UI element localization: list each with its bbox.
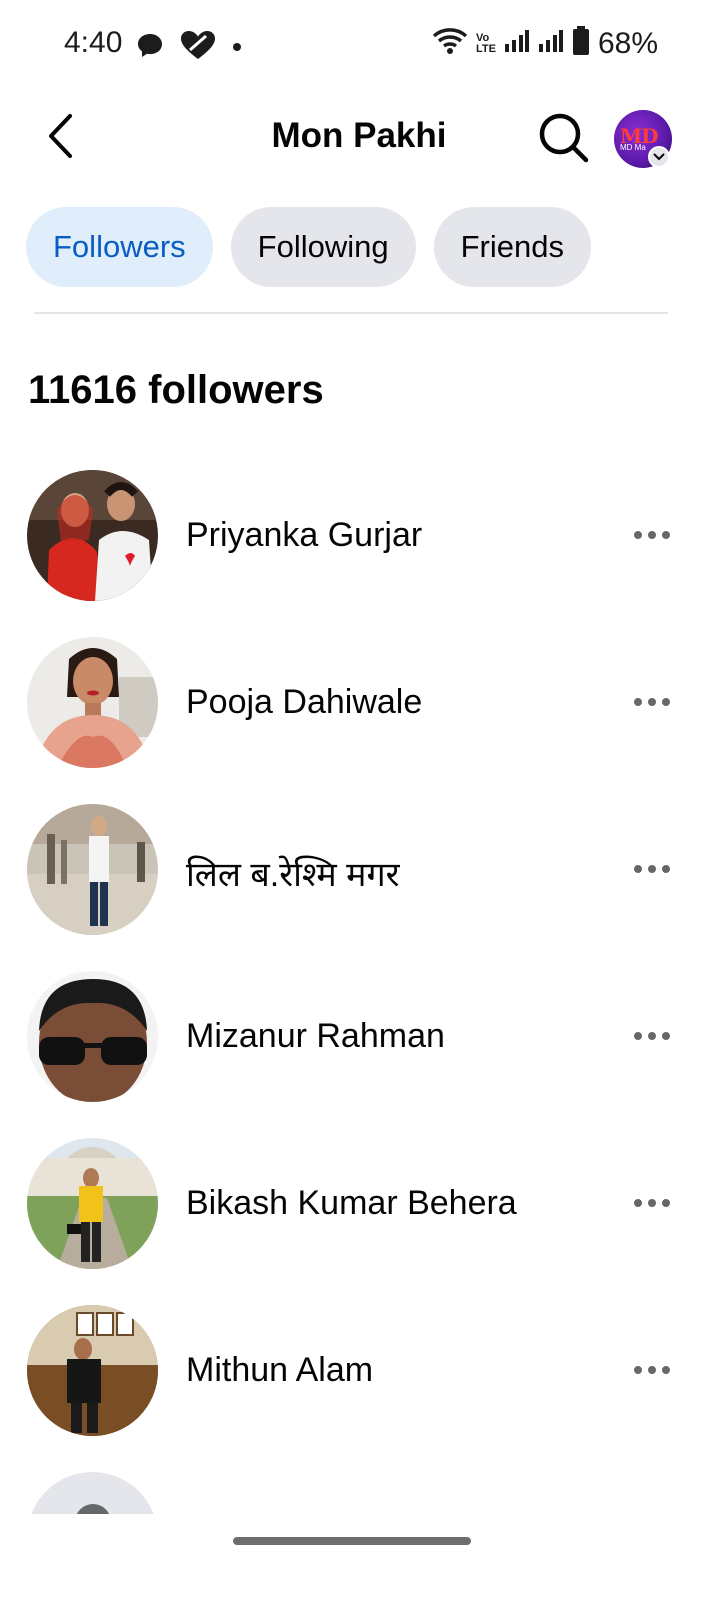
follower-name[interactable]: Bikash Kumar Behera bbox=[186, 1184, 517, 1223]
followers-count: 11616 followers bbox=[28, 368, 324, 412]
header: Mon Pakhi MD MD Ma bbox=[0, 96, 718, 180]
system-navigation-bar bbox=[0, 1514, 718, 1600]
status-bar: 4:40 Vo LTE 68% bbox=[0, 0, 718, 88]
follower-name[interactable]: Priyanka Gurjar bbox=[186, 516, 422, 555]
more-dot bbox=[648, 531, 656, 539]
more-options-icon bbox=[634, 1199, 642, 1207]
signal-strength-icon bbox=[504, 30, 530, 57]
heart-app-icon bbox=[180, 30, 216, 65]
follower-name[interactable]: लिल ब.रेश्मि मगर bbox=[186, 850, 400, 896]
tab-followers[interactable]: Followers bbox=[26, 207, 213, 287]
status-time: 4:40 bbox=[64, 26, 123, 59]
list-item[interactable]: Pooja Dahiwale bbox=[0, 635, 718, 802]
follower-name[interactable]: Mizanur Rahman bbox=[186, 1017, 445, 1056]
tab-friends[interactable]: Friends bbox=[433, 207, 591, 287]
more-notifications-dot-icon bbox=[232, 39, 242, 57]
tab-following[interactable]: Following bbox=[230, 207, 416, 287]
list-item[interactable]: Mithun Alam bbox=[0, 1303, 718, 1470]
more-options-button[interactable] bbox=[622, 1353, 682, 1387]
avatar-logo-subtext: MD Ma bbox=[620, 143, 646, 152]
more-options-button[interactable] bbox=[622, 1186, 682, 1220]
more-options-icon bbox=[634, 1032, 642, 1040]
notification-icons bbox=[136, 30, 242, 65]
more-options-button[interactable] bbox=[622, 685, 682, 719]
more-dot bbox=[648, 1366, 656, 1374]
system-status-icons: Vo LTE 68% bbox=[432, 26, 658, 61]
more-dot bbox=[662, 1366, 670, 1374]
page-title: Mon Pakhi bbox=[271, 116, 447, 155]
signal-strength-2-icon bbox=[538, 30, 564, 57]
tab-bar: Followers Following Friends bbox=[26, 207, 591, 287]
chat-bubble-icon bbox=[136, 32, 164, 63]
more-options-icon bbox=[634, 1366, 642, 1374]
more-dot bbox=[662, 1199, 670, 1207]
list-item[interactable]: Mizanur Rahman bbox=[0, 969, 718, 1136]
list-item[interactable]: Priyanka Gurjar bbox=[0, 468, 718, 635]
more-options-icon bbox=[634, 531, 642, 539]
more-dot bbox=[662, 865, 670, 873]
more-dot bbox=[662, 698, 670, 706]
more-dot bbox=[648, 698, 656, 706]
more-dot bbox=[648, 1032, 656, 1040]
home-indicator[interactable] bbox=[233, 1537, 471, 1545]
search-icon bbox=[539, 113, 589, 163]
followers-list: Priyanka Gurjar Pooja Dahiwale लिल ब.रेश… bbox=[0, 468, 718, 1470]
more-options-icon bbox=[634, 865, 642, 873]
volte-top-label: Vo bbox=[475, 31, 490, 44]
more-dot bbox=[648, 1199, 656, 1207]
avatar[interactable] bbox=[27, 1138, 158, 1269]
avatar[interactable] bbox=[27, 1305, 158, 1436]
volte-icon: Vo LTE bbox=[475, 31, 496, 55]
battery-percentage: 68% bbox=[597, 26, 658, 60]
follower-name[interactable]: Mithun Alam bbox=[186, 1351, 373, 1390]
avatar[interactable] bbox=[27, 804, 158, 935]
avatar-placeholder[interactable] bbox=[27, 1472, 158, 1514]
avatar[interactable] bbox=[27, 470, 158, 601]
more-dot bbox=[662, 531, 670, 539]
more-dot bbox=[662, 1032, 670, 1040]
list-item[interactable]: लिल ब.रेश्मि मगर bbox=[0, 802, 718, 969]
profile-head-shape bbox=[75, 1504, 111, 1514]
more-options-button[interactable] bbox=[622, 518, 682, 552]
avatar[interactable] bbox=[27, 971, 158, 1102]
battery-icon bbox=[572, 26, 590, 61]
more-dot bbox=[648, 865, 656, 873]
avatar[interactable] bbox=[27, 637, 158, 768]
chevron-down-icon bbox=[653, 153, 665, 161]
divider bbox=[34, 312, 668, 314]
account-switcher-chevron[interactable] bbox=[648, 146, 670, 168]
list-item[interactable]: Bikash Kumar Behera bbox=[0, 1136, 718, 1303]
more-options-button[interactable] bbox=[622, 852, 682, 886]
search-button[interactable] bbox=[534, 108, 594, 168]
default-profile-icon bbox=[27, 1472, 158, 1514]
follower-name[interactable]: Pooja Dahiwale bbox=[186, 683, 422, 722]
more-options-icon bbox=[634, 698, 642, 706]
more-options-button[interactable] bbox=[622, 1019, 682, 1053]
volte-bottom-label: LTE bbox=[475, 42, 496, 55]
wifi-icon bbox=[432, 27, 468, 60]
